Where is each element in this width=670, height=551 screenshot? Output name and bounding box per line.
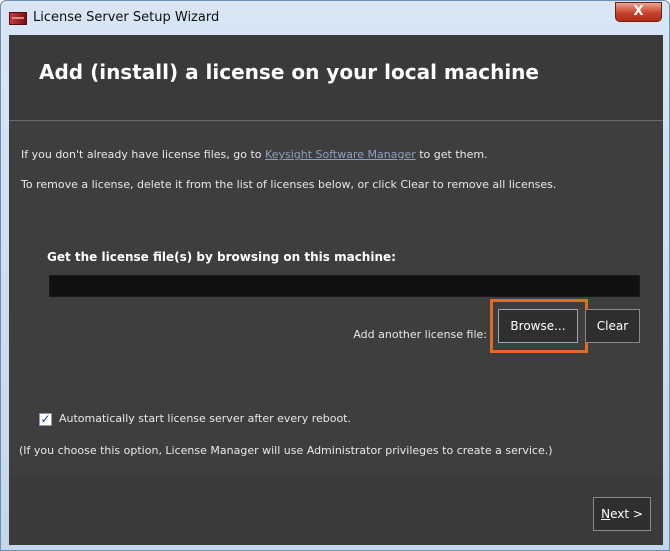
next-mnemonic: N	[601, 507, 611, 521]
clear-button[interactable]: Clear	[585, 309, 640, 343]
window-title: License Server Setup Wizard	[33, 10, 220, 25]
header-divider	[9, 120, 663, 121]
administrator-note: (If you choose this option, License Mana…	[19, 444, 553, 457]
page-title: Add (install) a license on your local ma…	[39, 60, 539, 84]
checkmark-icon: ✓	[40, 412, 51, 426]
license-path-field[interactable]	[49, 275, 640, 297]
app-icon	[9, 12, 27, 25]
intro-line-1-suffix: to get them.	[415, 148, 488, 161]
footer-band: Next >	[9, 477, 663, 545]
wizard-window: License Server Setup Wizard X Add (insta…	[0, 0, 670, 551]
close-button[interactable]: X	[615, 2, 662, 22]
next-label: ext >	[610, 507, 643, 521]
intro-line-1-prefix: If you don't already have license files,…	[21, 148, 266, 161]
browse-section-label: Get the license file(s) by browsing on t…	[47, 250, 396, 264]
browse-button[interactable]: Browse...	[498, 309, 578, 343]
next-button[interactable]: Next >	[593, 497, 651, 531]
close-icon: X	[633, 4, 644, 19]
intro-line-2: To remove a license, delete it from the …	[21, 178, 557, 191]
intro-line-1: If you don't already have license files,…	[21, 148, 488, 161]
title-bar[interactable]: License Server Setup Wizard X	[1, 1, 669, 35]
wizard-content: Add (install) a license on your local ma…	[9, 35, 663, 545]
auto-start-checkbox[interactable]: ✓	[39, 413, 52, 426]
keysight-software-manager-link[interactable]: Keysight Software Manager	[265, 148, 416, 161]
header-band: Add (install) a license on your local ma…	[9, 35, 663, 120]
auto-start-label[interactable]: Automatically start license server after…	[59, 412, 351, 425]
add-another-label: Add another license file:	[353, 328, 487, 341]
